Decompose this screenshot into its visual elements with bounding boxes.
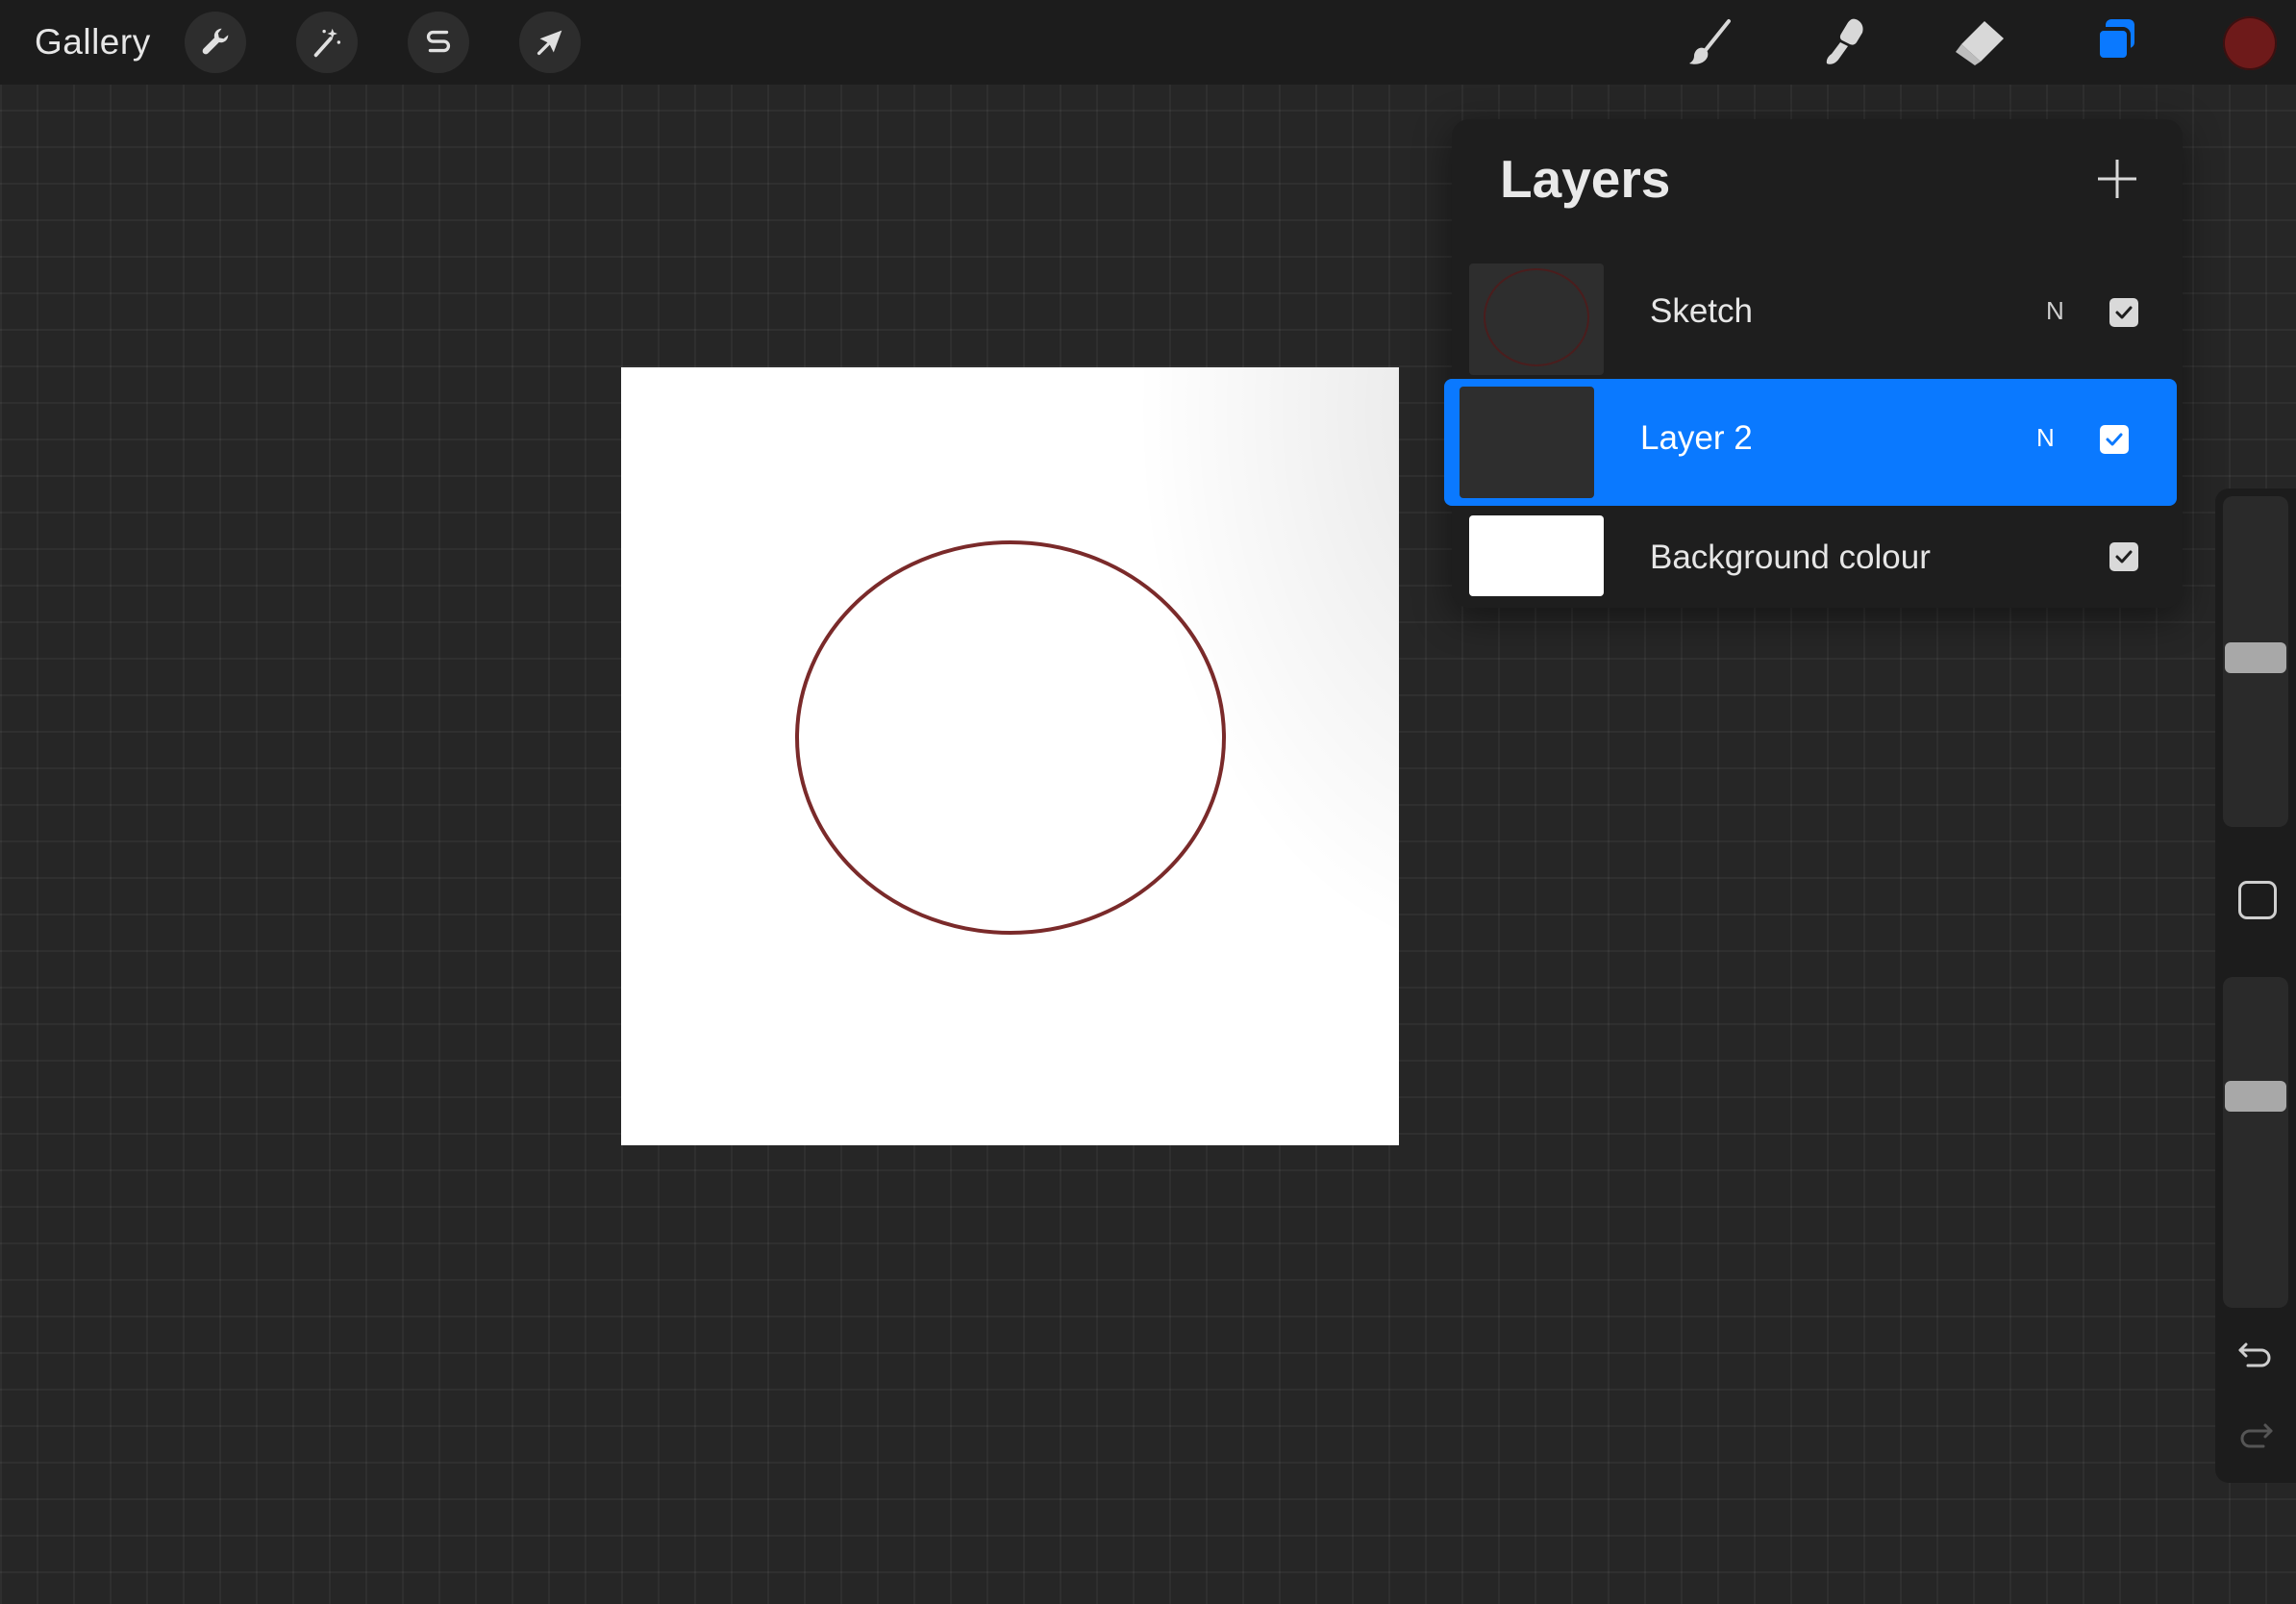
selection-button[interactable] (408, 12, 469, 73)
plus-icon (2098, 160, 2136, 198)
eraser-icon (1956, 21, 2004, 65)
layer-row-sketch[interactable]: Sketch N (1452, 254, 2183, 377)
layer-row-background-colour[interactable]: Background colour (1452, 504, 2183, 627)
layers-panel: Layers Sketch N Layer 2 N Background col… (1444, 119, 2183, 608)
layer-name: Background colour (1650, 539, 1931, 576)
blend-mode-button[interactable]: N (2046, 296, 2064, 326)
opacity-slider[interactable] (2223, 977, 2288, 1308)
magic-wand-icon (313, 28, 341, 58)
undo-button[interactable] (2234, 1331, 2277, 1373)
visibility-checkbox[interactable] (2109, 542, 2138, 571)
transform-button[interactable] (519, 12, 581, 73)
redo-icon (2240, 1423, 2273, 1448)
smudge-button[interactable] (1815, 12, 1877, 73)
layer-thumbnail (1460, 387, 1594, 498)
actions-button[interactable] (185, 12, 246, 73)
layer-name: Layer 2 (1640, 419, 1753, 457)
paint-button[interactable] (1681, 12, 1742, 73)
wrench-icon (202, 28, 229, 55)
smudge-icon (1826, 18, 1863, 64)
visibility-checkbox[interactable] (2100, 425, 2129, 454)
brush-size-handle[interactable] (2225, 642, 2286, 673)
checkmark-icon (2115, 306, 2133, 319)
checkmark-icon (2106, 433, 2123, 446)
opacity-handle[interactable] (2225, 1081, 2286, 1112)
add-layer-button[interactable] (2094, 156, 2140, 202)
blend-mode-button[interactable]: N (2036, 423, 2055, 453)
top-toolbar: Gallery (0, 0, 2296, 85)
layer-thumbnail (1469, 263, 1604, 375)
gallery-button[interactable]: Gallery (35, 17, 151, 67)
arrow-cursor-icon (537, 30, 562, 56)
adjustments-button[interactable] (296, 12, 358, 73)
visibility-checkbox[interactable] (2109, 298, 2138, 327)
right-sidebar (2215, 489, 2296, 1483)
brush-size-slider[interactable] (2223, 496, 2288, 827)
color-swatch-button[interactable] (2223, 16, 2277, 70)
layers-button[interactable] (2084, 12, 2146, 73)
circle-stroke (795, 540, 1226, 935)
redo-button[interactable] (2234, 1412, 2277, 1454)
layer-row-layer-2[interactable]: Layer 2 N (1444, 379, 2177, 506)
checkmark-icon (2115, 550, 2133, 564)
undo-icon (2238, 1342, 2271, 1367)
selection-s-icon (426, 30, 451, 53)
layer-thumbnail (1469, 515, 1604, 596)
brush-icon (1689, 19, 1731, 64)
erase-button[interactable] (1950, 12, 2011, 73)
drawing-canvas[interactable] (621, 367, 1399, 1145)
layers-title: Layers (1500, 149, 1671, 209)
sketch-thumb-circle (1484, 268, 1589, 366)
modify-button[interactable] (2238, 881, 2277, 919)
layer-name: Sketch (1650, 292, 1753, 330)
layers-icon (2096, 19, 2134, 62)
